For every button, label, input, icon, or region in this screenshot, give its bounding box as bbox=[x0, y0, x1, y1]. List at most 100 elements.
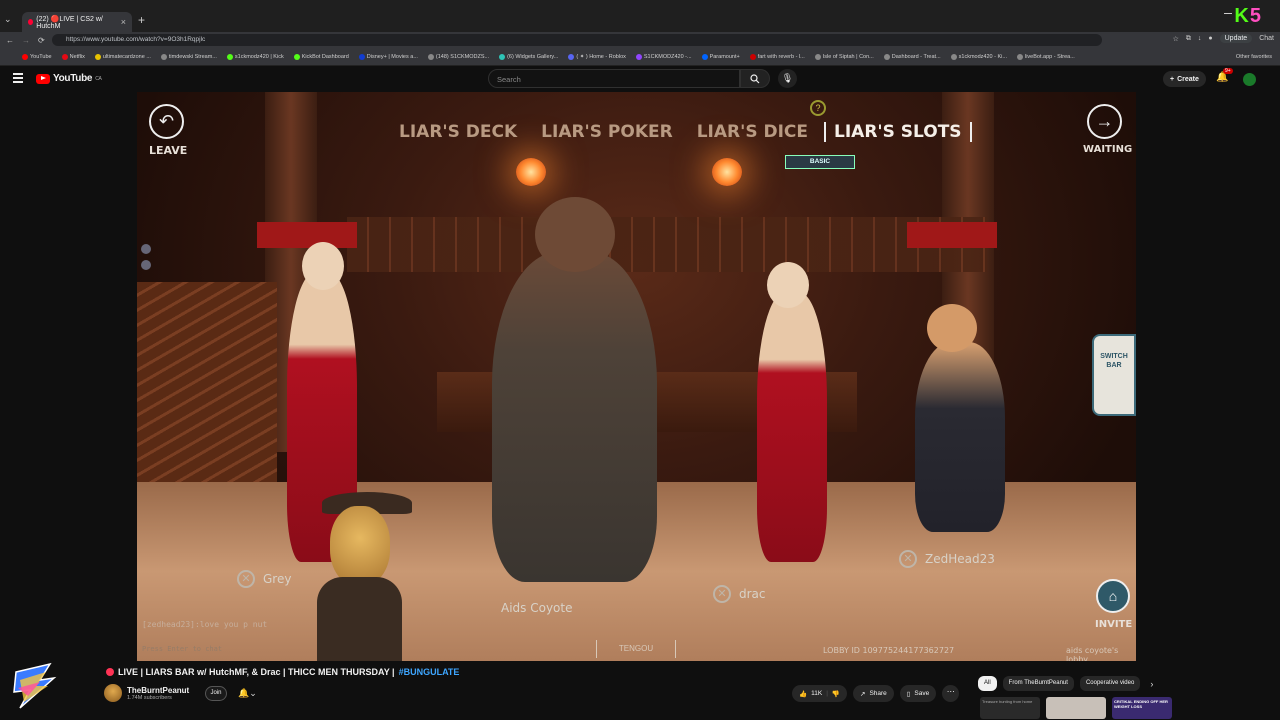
minimize-icon[interactable] bbox=[1224, 13, 1232, 14]
search-button[interactable] bbox=[740, 69, 770, 88]
related-video-thumb[interactable]: CRITIKAL ENDING OFF HER WEIGHT LOSS bbox=[1112, 697, 1172, 719]
bookmark-item[interactable]: s1ckmodz420 | Kick bbox=[226, 53, 284, 60]
download-icon[interactable]: ↓ bbox=[1198, 35, 1202, 42]
player-tag-grey: ✕ Grey bbox=[237, 570, 291, 588]
join-button[interactable]: Join bbox=[205, 686, 227, 701]
bookmark-item[interactable]: Netflix bbox=[61, 53, 85, 60]
bookmark-item[interactable]: ( ✦ ) Home - Roblox bbox=[568, 53, 626, 60]
bookmark-item[interactable]: s1ckmodz420 - Ki... bbox=[950, 53, 1007, 60]
forward-icon[interactable]: → bbox=[22, 36, 30, 45]
back-arrow-icon: ↶ bbox=[149, 104, 184, 139]
bunny-character-right bbox=[757, 292, 827, 562]
chip-cooperative[interactable]: Cooperative video bbox=[1079, 676, 1141, 691]
kick-player-icon[interactable]: ✕ bbox=[713, 585, 731, 603]
address-bar-row: ← → ⟳ https://www.youtube.com/watch?v=9O… bbox=[0, 32, 1280, 48]
extensions-icon[interactable]: ⧉ bbox=[1186, 35, 1191, 43]
kick-player-icon[interactable]: ✕ bbox=[899, 550, 917, 568]
url-field[interactable]: https://www.youtube.com/watch?v=9O3h1Rqp… bbox=[52, 34, 1102, 46]
player-tag-zedhead23: ✕ ZedHead23 bbox=[899, 550, 995, 568]
notification-count-badge: 9+ bbox=[1223, 68, 1233, 74]
help-icon[interactable]: ? bbox=[810, 100, 826, 116]
invite-icon: ⌂ bbox=[1096, 579, 1130, 613]
related-video-thumb[interactable]: Treasure hunting from home bbox=[980, 697, 1040, 719]
chip-from-channel[interactable]: From TheBurntPeanut bbox=[1002, 676, 1074, 691]
bookmark-item[interactable]: (148) S1CKMODZS... bbox=[427, 53, 489, 60]
close-tab-icon[interactable]: × bbox=[121, 17, 126, 27]
bookmark-item[interactable]: liveBot.app - Strea... bbox=[1016, 53, 1075, 60]
bookmark-item[interactable]: fart with reverb - l... bbox=[749, 53, 805, 60]
switch-bar-button[interactable]: SWITCH BAR bbox=[1092, 334, 1136, 416]
tab-liars-slots[interactable]: LIAR'S SLOTS bbox=[824, 122, 972, 142]
bookmark-item[interactable]: Isle of Siptah | Con... bbox=[814, 53, 874, 60]
tab-liars-poker[interactable]: LIAR'S POKER bbox=[541, 122, 673, 142]
new-tab-icon[interactable]: + bbox=[138, 13, 145, 27]
peanut-avatar-overlay bbox=[317, 492, 412, 661]
player-avatar bbox=[141, 244, 151, 254]
related-video-thumb[interactable] bbox=[1046, 697, 1106, 719]
profile-icon[interactable]: ● bbox=[1208, 35, 1212, 42]
search-icon bbox=[750, 73, 760, 83]
invite-button[interactable]: ⌂ INVITE bbox=[1095, 579, 1132, 630]
lantern bbox=[712, 158, 742, 186]
tab-liars-dice[interactable]: LIAR'S DICE bbox=[697, 122, 808, 142]
bookmark-star-icon[interactable]: ☆ bbox=[1173, 35, 1179, 43]
streamer-overlay-logo bbox=[10, 660, 58, 714]
game-mode-tabs: LIAR'S DECK LIAR'S POKER LIAR'S DICE LIA… bbox=[399, 122, 972, 142]
bookmark-item[interactable]: Dashboard - Treat... bbox=[883, 53, 941, 60]
fox-head bbox=[927, 304, 977, 352]
hashtag-link[interactable]: #BUNGULATE bbox=[399, 667, 460, 677]
channel-avatar[interactable] bbox=[104, 684, 122, 702]
bookmark-item[interactable]: YouTube bbox=[22, 53, 52, 60]
more-actions-icon[interactable]: ⋯ bbox=[942, 685, 960, 702]
search-input[interactable]: Search bbox=[488, 69, 740, 88]
player-avatar bbox=[141, 260, 151, 270]
bookmark-item[interactable]: Paramount+ bbox=[701, 53, 740, 60]
lobby-id: LOBBY ID 109775244177362727 bbox=[823, 646, 955, 655]
like-button[interactable]: 👍 11K | 👎 bbox=[792, 685, 847, 702]
video-player[interactable]: ↶ LEAVE → WAITING ? LIAR'S DECK LIAR'S P… bbox=[137, 92, 1136, 661]
channel-info: TheBurntPeanut 1.74M subscribers bbox=[104, 684, 189, 702]
bookmark-item[interactable]: ultimatecardzone ... bbox=[94, 53, 151, 60]
scene-stairs bbox=[137, 282, 277, 482]
menu-icon[interactable] bbox=[13, 73, 23, 85]
tab-list-icon[interactable]: ⌄ bbox=[4, 14, 12, 25]
save-button[interactable]: ▯ Save bbox=[899, 685, 937, 702]
bunny-head bbox=[302, 242, 344, 290]
kick-player-icon[interactable]: ✕ bbox=[237, 570, 255, 588]
mode-basic-tag[interactable]: BASIC bbox=[785, 155, 855, 169]
bookmark-item[interactable]: Disney+ | Movies a... bbox=[358, 53, 418, 60]
chat-button[interactable]: Chat bbox=[1259, 35, 1274, 42]
fox-character bbox=[915, 342, 1005, 532]
other-favorites[interactable]: Other favorites bbox=[1236, 54, 1272, 60]
update-button[interactable]: Update bbox=[1219, 34, 1253, 43]
bookmark-item[interactable]: timdewski Stream... bbox=[160, 53, 217, 60]
share-icon: ↗ bbox=[859, 690, 866, 698]
back-icon[interactable]: ← bbox=[6, 36, 14, 45]
live-indicator-icon bbox=[106, 668, 114, 676]
thumbs-down-icon[interactable]: 👎 bbox=[832, 690, 840, 698]
browser-tab-active[interactable]: (22) 🔴LIVE | CS2 w/ HutchM × bbox=[22, 12, 132, 32]
account-avatar[interactable] bbox=[1243, 73, 1256, 86]
chat-message: [zedhead23]:love you p nut bbox=[142, 620, 268, 629]
subscription-bell-icon[interactable]: 🔔⌄ bbox=[238, 688, 257, 699]
tab-liars-deck[interactable]: LIAR'S DECK bbox=[399, 122, 517, 142]
related-filter-chips: All From TheBurntPeanut Cooperative vide… bbox=[978, 676, 1153, 691]
chevron-right-icon[interactable]: › bbox=[1150, 679, 1153, 689]
bull-head bbox=[535, 197, 615, 272]
channel-name[interactable]: TheBurntPeanut bbox=[127, 686, 189, 695]
reload-icon[interactable]: ⟳ bbox=[38, 36, 45, 45]
bookmark-item[interactable]: (6) Widgets Gallery... bbox=[499, 53, 558, 60]
ready-button[interactable]: → WAITING bbox=[1083, 104, 1132, 155]
bookmark-item[interactable]: KickBot Dashboard bbox=[293, 53, 349, 60]
plus-icon: + bbox=[1170, 75, 1175, 83]
bookmarks-bar: YouTube Netflix ultimatecardzone ... tim… bbox=[0, 48, 1280, 66]
chip-all[interactable]: All bbox=[978, 676, 997, 691]
chat-hint: Press Enter to chat bbox=[142, 645, 223, 653]
create-button[interactable]: + Create bbox=[1163, 71, 1206, 87]
thumbs-up-icon: 👍 bbox=[799, 690, 808, 698]
bookmark-item[interactable]: S1CKMODZ420 -... bbox=[635, 53, 692, 60]
leave-button[interactable]: ↶ LEAVE bbox=[149, 104, 187, 157]
youtube-logo[interactable]: YouTube CA bbox=[36, 73, 102, 84]
voice-search-icon[interactable]: 🎙 bbox=[778, 69, 797, 88]
share-button[interactable]: ↗ Share bbox=[852, 685, 894, 702]
